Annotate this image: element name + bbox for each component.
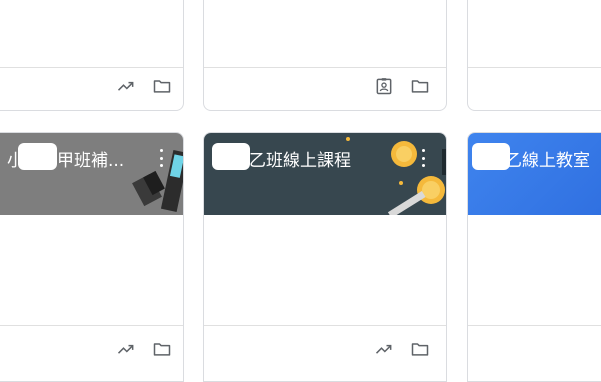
trending-up-icon[interactable] (108, 333, 144, 365)
card-banner[interactable]: 乙線上教室 (468, 133, 601, 215)
card-divider (0, 325, 183, 326)
class-title[interactable]: 乙班線上課程 (249, 146, 351, 171)
card-divider (204, 67, 446, 68)
card-divider (468, 325, 601, 326)
class-card[interactable] (467, 0, 601, 111)
folder-icon[interactable] (402, 70, 438, 102)
more-vert-icon[interactable] (419, 149, 427, 167)
card-banner[interactable]: 小 甲班補... (0, 133, 183, 215)
card-banner[interactable]: 乙班線上課程 (204, 133, 446, 215)
class-card[interactable] (203, 0, 447, 111)
more-vert-icon[interactable] (157, 149, 165, 167)
card-divider (468, 67, 601, 68)
class-title[interactable]: 甲班補... (57, 146, 124, 171)
card-divider (204, 325, 446, 326)
card-actions (366, 333, 438, 365)
card-actions (108, 333, 180, 365)
redacted-block (18, 143, 57, 170)
card-actions (108, 70, 180, 102)
folder-icon[interactable] (144, 333, 180, 365)
folder-icon[interactable] (144, 70, 180, 102)
card-actions (366, 70, 438, 102)
assignment-ind-icon[interactable] (366, 70, 402, 102)
class-title[interactable]: 乙線上教室 (505, 146, 590, 171)
class-card[interactable]: 小 甲班補... (0, 132, 184, 382)
class-card[interactable]: 乙班線上課程 (203, 132, 447, 382)
card-divider (0, 67, 183, 68)
folder-icon[interactable] (402, 333, 438, 365)
redacted-block (212, 143, 250, 170)
class-card[interactable]: 乙線上教室 (467, 132, 601, 382)
trending-up-icon[interactable] (366, 333, 402, 365)
trending-up-icon[interactable] (108, 70, 144, 102)
class-card[interactable] (0, 0, 184, 111)
